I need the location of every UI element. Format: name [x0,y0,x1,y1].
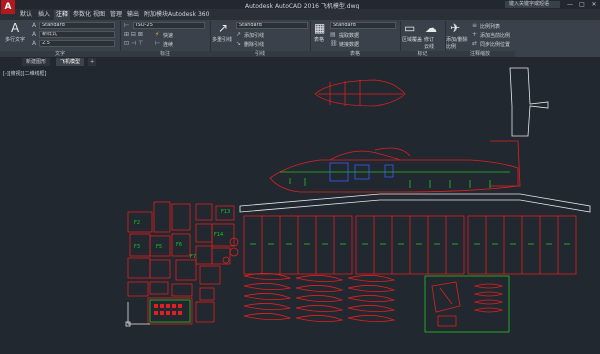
add-current-scale-icon: + [472,31,478,38]
wipeout-icon[interactable]: ▭ [404,21,415,35]
minimize-button[interactable]: — [564,0,576,9]
extract-data-button[interactable]: 提取数据 [339,32,359,39]
add-current-scale-button[interactable]: 添加当前比例 [480,32,510,39]
part-label-f7: F7 [190,254,196,260]
dim-tools2-icon[interactable]: ⊡ ⊣ ⊤ [124,40,143,47]
quick-dim-icon: ⚡ [155,31,160,38]
dimension-icon: ⊢ [124,22,130,29]
part-label-f6: F6 [176,242,182,248]
part-label-f2: F2 [134,220,140,226]
dim-tools-icon[interactable]: ⊞ ⊟ ⊠ [124,31,143,38]
part-label-f5: F5 [156,244,162,250]
multileader-icon[interactable]: ↗ [218,21,228,35]
leader-style-combo[interactable]: Standard [236,22,308,29]
title-bar: A Autodesk AutoCAD 2016 飞机模型.dwg 键入关键字或短… [0,0,600,14]
add-delete-scale-button[interactable]: 添加/删除比例 [446,36,470,50]
tab-annotate[interactable]: 注释 [54,10,71,20]
new-tab-button[interactable]: + [88,58,97,66]
multileader-button[interactable]: 多重引线 [212,36,232,43]
file-tab-airplane[interactable]: 飞机模型 [56,58,85,66]
text-style-icon: A [32,22,37,29]
file-tab-new[interactable]: 新建图形 [22,58,51,66]
file-tabs: 新建图形 飞机模型 + [0,57,600,66]
wipeout-button[interactable]: 区域覆盖 [402,36,422,43]
continue-dim-button[interactable]: 连续 [163,41,173,48]
tab-addins[interactable]: 附加模块 [144,10,168,20]
tab-insert[interactable]: 插入 [38,10,50,20]
height-icon: A [32,40,37,47]
quick-dim-button[interactable]: 快速 [163,32,173,39]
part-label-f3: F3 [134,244,140,250]
revcloud-icon[interactable]: ☁ [425,21,437,35]
sync-scale-button[interactable]: 同步比例位置 [480,41,510,48]
app-logo[interactable]: A [1,0,15,14]
tab-view[interactable]: 视图 [93,10,105,20]
dim-style-combo[interactable]: ISO-25 [133,22,205,29]
tab-manage[interactable]: 管理 [110,10,122,20]
maximize-button[interactable]: □ [576,0,588,9]
remove-leader-button[interactable]: 删除引线 [244,41,264,48]
continue-dim-icon: ⊢ [155,40,161,47]
tab-output[interactable]: 输出 [127,10,139,20]
font-combo[interactable]: 新样式 [39,31,115,38]
search-box[interactable]: 键入关键字或短语 [505,1,560,8]
multiline-text-button[interactable]: 多行文字 [5,36,25,43]
scale-list-icon: ≡ [472,22,478,29]
scale-list-button[interactable]: 比例列表 [480,23,500,30]
tab-home[interactable]: 默认 [20,10,32,20]
ribbon-tabs: 默认 插入 注释 参数化 视图 管理 输出 附加模块 Autodesk 360 [0,9,600,20]
text-style-combo[interactable]: Standard [39,22,115,29]
annotation-scale-icon[interactable]: ✈ [450,21,460,35]
table-icon[interactable]: ▦ [314,21,325,35]
multiline-text-icon[interactable]: A [11,21,19,35]
close-button[interactable]: ✕ [588,0,600,9]
search-placeholder: 键入关键字或短语 [509,1,550,7]
add-leader-icon: ↗ [236,31,242,38]
table-button[interactable]: 表格 [314,36,324,43]
extract-data-icon: ▤ [330,31,336,38]
link-data-button[interactable]: 链接数据 [339,41,359,48]
add-leader-button[interactable]: 添加引线 [244,32,264,39]
tab-parametric[interactable]: 参数化 [73,10,91,20]
drawing-canvas[interactable]: [-][俯视][二维线框] F13 F14 F2 F3 F5 F6 F7 [0,66,600,354]
link-data-icon: ⛓ [330,40,338,47]
tab-autodesk360[interactable]: Autodesk 360 [168,10,209,20]
part-label-f14: F14 [214,232,223,238]
remove-leader-icon: ↘ [236,40,242,47]
part-label-f13: F13 [221,209,230,215]
sync-scale-icon: ⇄ [472,40,478,47]
revcloud-button[interactable]: 修订云线 [424,36,438,50]
table-style-combo[interactable]: Standard [330,22,396,29]
cad-drawing: F13 F14 F2 F3 F5 F6 F7 [125,67,591,333]
text-height-combo[interactable]: 2.5 [39,40,115,47]
font-icon: A [32,31,37,38]
